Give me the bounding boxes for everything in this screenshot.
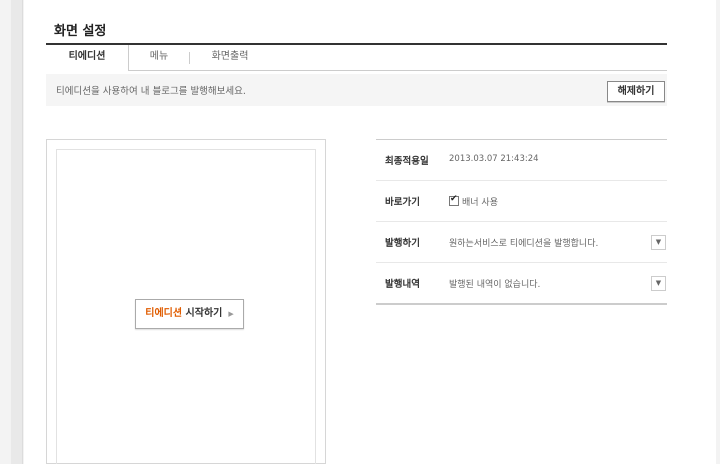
tab-tedition[interactable]: 티에디션 xyxy=(46,45,129,71)
banner-checkbox-label: 배너 사용 xyxy=(462,198,498,208)
banner-checkbox[interactable] xyxy=(449,194,459,206)
settings-row-shortcut: 바로가기 배너 사용 xyxy=(376,181,667,222)
publish-value: 원하는서비스로 티에디션을 발행합니다. xyxy=(449,239,599,249)
history-dropdown-button[interactable]: ▼ xyxy=(651,276,666,291)
history-value: 발행된 내역이 없습니다. xyxy=(449,280,541,290)
main-panel: 화면 설정 티에디션 메뉴 화면출력 티에디션을 사용하여 내 블로그를 발행해… xyxy=(24,0,716,464)
publish-dropdown-button[interactable]: ▼ xyxy=(651,235,666,250)
shortcut-label: 바로가기 xyxy=(385,197,420,208)
chevron-down-icon: ▼ xyxy=(655,279,662,287)
banner-option: 배너 사용 xyxy=(449,194,498,208)
tab-bar: 티에디션 메뉴 화면출력 xyxy=(46,43,667,71)
release-button[interactable]: 해제하기 xyxy=(607,81,665,102)
info-bar: 티에디션을 사용하여 내 블로그를 발행해보세요. 해제하기 xyxy=(46,74,667,106)
history-label: 발행내역 xyxy=(385,279,420,290)
start-button-label: 시작하기 xyxy=(182,308,223,319)
play-arrow-icon: ▶ xyxy=(228,310,234,318)
tab-screen-output[interactable]: 화면출력 xyxy=(190,45,270,71)
publish-label: 발행하기 xyxy=(385,238,420,249)
chevron-down-icon: ▼ xyxy=(655,238,662,246)
start-button-brand: 티에디션 xyxy=(145,308,183,319)
settings-row-publish: 발행하기 원하는서비스로 티에디션을 발행합니다. ▼ xyxy=(376,222,667,263)
page-title: 화면 설정 xyxy=(54,24,107,39)
settings-row-last-applied: 최종적용일 2013.03.07 21:43:24 xyxy=(376,140,667,181)
settings-table: 최종적용일 2013.03.07 21:43:24 바로가기 배너 사용 발행하… xyxy=(376,139,667,305)
start-tedition-button[interactable]: 티에디션 시작하기 ▶ xyxy=(135,299,244,329)
settings-row-history: 발행내역 발행된 내역이 없습니다. ▼ xyxy=(376,263,667,305)
last-applied-value: 2013.03.07 21:43:24 xyxy=(449,154,539,164)
info-message: 티에디션을 사용하여 내 블로그를 발행해보세요. xyxy=(56,86,246,97)
last-applied-label: 최종적용일 xyxy=(385,156,429,167)
tab-menu[interactable]: 메뉴 xyxy=(129,45,189,71)
left-sidebar-edge xyxy=(11,0,23,464)
